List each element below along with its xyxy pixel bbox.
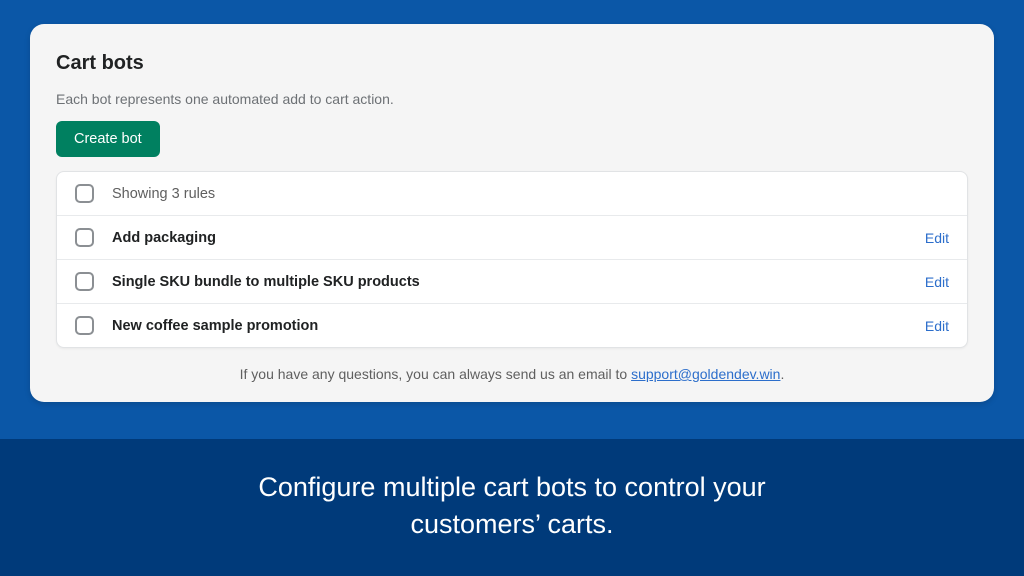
edit-link[interactable]: Edit bbox=[925, 274, 949, 290]
list-row: Add packaging Edit bbox=[57, 216, 967, 260]
banner-line-1: Configure multiple cart bots to control … bbox=[258, 472, 765, 502]
edit-link[interactable]: Edit bbox=[925, 318, 949, 334]
cart-bots-card: Cart bots Each bot represents one automa… bbox=[30, 24, 994, 402]
rules-list: Showing 3 rules Add packaging Edit Singl… bbox=[56, 171, 968, 348]
row-label: New coffee sample promotion bbox=[112, 318, 925, 334]
banner-line-2: customers’ carts. bbox=[410, 509, 613, 539]
list-row: Single SKU bundle to multiple SKU produc… bbox=[57, 260, 967, 304]
page-description: Each bot represents one automated add to… bbox=[56, 91, 968, 107]
select-all-checkbox[interactable] bbox=[75, 184, 94, 203]
row-label: Single SKU bundle to multiple SKU produc… bbox=[112, 274, 925, 290]
list-header-row: Showing 3 rules bbox=[57, 172, 967, 216]
row-checkbox[interactable] bbox=[75, 228, 94, 247]
row-checkbox[interactable] bbox=[75, 272, 94, 291]
list-header-label: Showing 3 rules bbox=[112, 186, 949, 202]
page-title: Cart bots bbox=[56, 52, 968, 75]
row-checkbox[interactable] bbox=[75, 316, 94, 335]
promo-banner: Configure multiple cart bots to control … bbox=[0, 439, 1024, 576]
support-text: If you have any questions, you can alway… bbox=[56, 366, 968, 382]
row-label: Add packaging bbox=[112, 230, 925, 246]
create-bot-button[interactable]: Create bot bbox=[56, 121, 160, 157]
support-prefix: If you have any questions, you can alway… bbox=[240, 366, 631, 382]
support-suffix: . bbox=[780, 366, 784, 382]
list-row: New coffee sample promotion Edit bbox=[57, 304, 967, 347]
support-email-link[interactable]: support@goldendev.win bbox=[631, 366, 780, 382]
edit-link[interactable]: Edit bbox=[925, 230, 949, 246]
